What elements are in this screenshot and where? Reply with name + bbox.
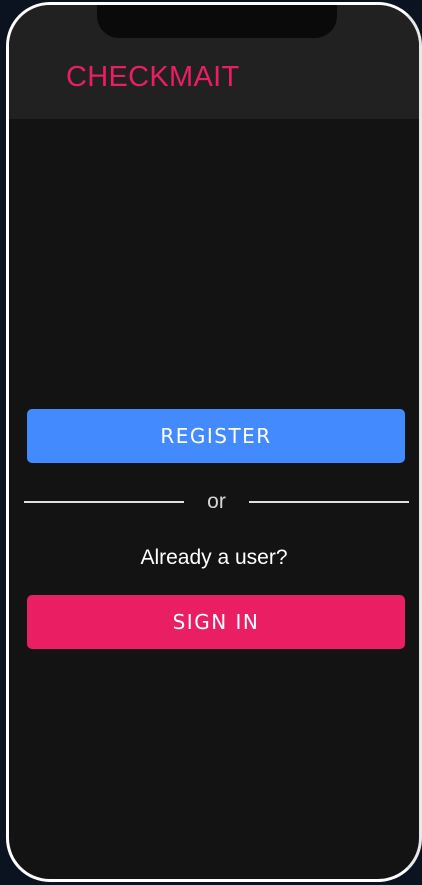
divider-line-left [24,501,184,503]
already-user-prompt: Already a user? [140,546,288,569]
app-title: CHECKMAIT [66,61,240,93]
divider-text: or [207,490,226,513]
divider-line-right [249,501,409,503]
register-button[interactable]: REGISTER [27,409,405,463]
device-notch [97,5,337,38]
sign-in-button[interactable]: SIGN IN [27,595,405,649]
phone-frame: CHECKMAIT REGISTER or Already a user? SI… [6,2,422,882]
